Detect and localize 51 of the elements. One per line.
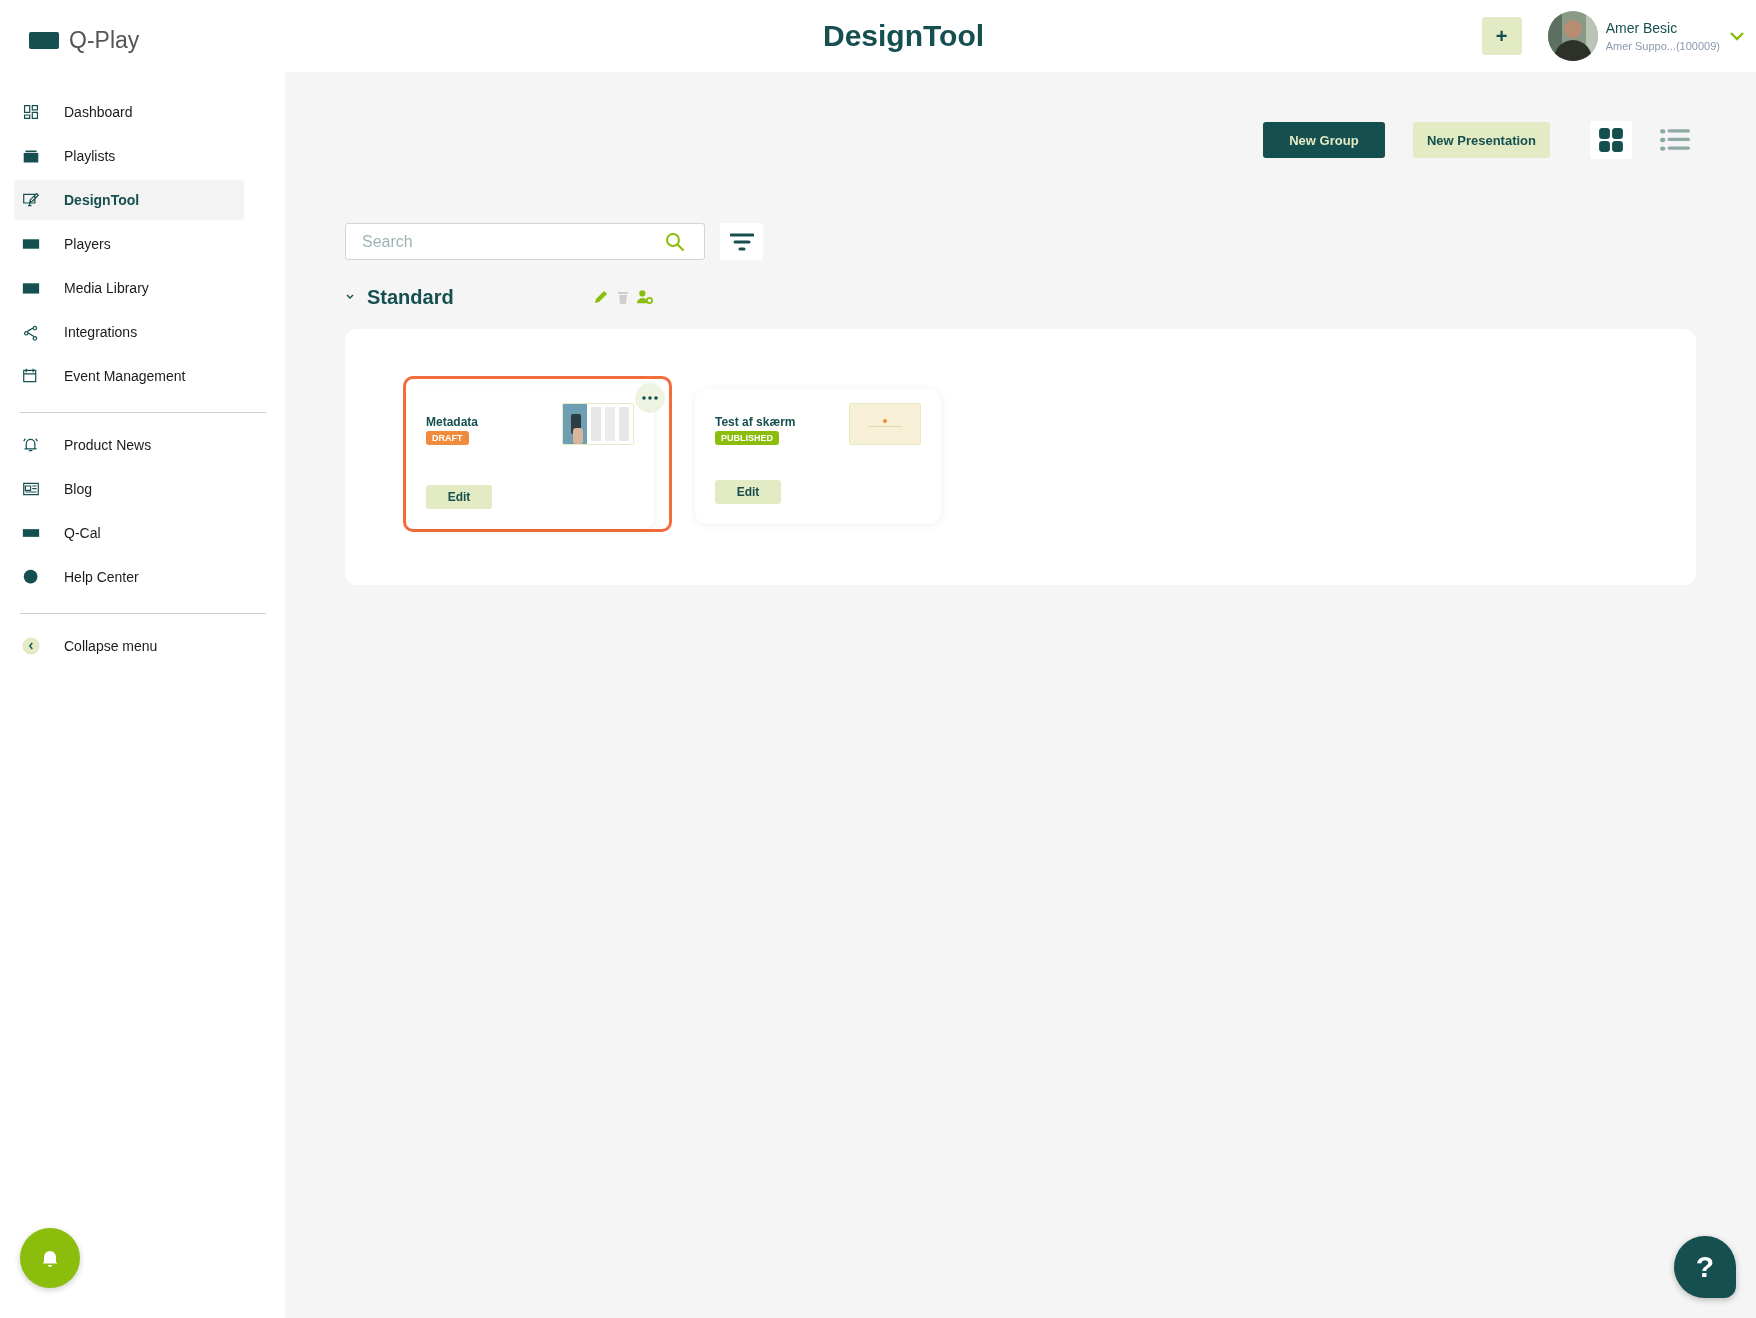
sidebar-item[interactable]: Product News bbox=[14, 425, 244, 465]
page-title: DesignTool bbox=[823, 19, 986, 53]
account-name: Amer Suppo...(100009) bbox=[1605, 40, 1720, 52]
filter-button[interactable] bbox=[720, 223, 763, 260]
status-badge: PUBLISHED bbox=[715, 431, 779, 445]
share-icon bbox=[22, 323, 40, 341]
presentation-card[interactable]: Metadata DRAFT Edit bbox=[403, 376, 672, 532]
grid-view-button[interactable] bbox=[1590, 121, 1632, 159]
playlist-icon bbox=[22, 147, 40, 165]
edit-button[interactable]: Edit bbox=[715, 480, 781, 504]
filter-icon bbox=[729, 231, 754, 252]
sidebar-item[interactable]: DesignTool bbox=[14, 180, 244, 220]
grid-icon bbox=[1598, 127, 1624, 153]
list-icon bbox=[1660, 127, 1690, 153]
user-name: Amer Besic bbox=[1605, 20, 1679, 36]
presentation-title: Metadata bbox=[426, 415, 478, 429]
sidebar-item[interactable]: Help Center bbox=[14, 557, 244, 597]
more-icon bbox=[642, 396, 658, 400]
sidebar-item[interactable]: Dashboard bbox=[14, 92, 244, 132]
bell-icon bbox=[22, 436, 40, 454]
trash-icon[interactable] bbox=[615, 289, 631, 305]
search-field[interactable]: Search bbox=[345, 223, 705, 260]
sidebar-item[interactable]: Playlists bbox=[14, 136, 244, 176]
newspaper-icon bbox=[22, 480, 40, 498]
status-badge: DRAFT bbox=[426, 431, 469, 445]
chevron-left-icon bbox=[22, 637, 40, 655]
sidebar-item[interactable]: Event Management bbox=[14, 356, 244, 396]
sidebar-item[interactable]: Integrations bbox=[14, 312, 244, 352]
group-name: Standard bbox=[367, 285, 455, 309]
edit-button[interactable]: Edit bbox=[426, 485, 492, 509]
new-group-button[interactable]: New Group bbox=[1262, 122, 1385, 158]
notifications-button[interactable] bbox=[20, 1228, 80, 1288]
add-button[interactable]: + bbox=[1481, 17, 1522, 55]
more-options-button[interactable] bbox=[635, 383, 665, 413]
monitor-pencil-icon bbox=[22, 191, 40, 209]
chevron-down-icon[interactable] bbox=[345, 293, 355, 301]
logo-icon bbox=[29, 31, 59, 49]
sidebar-item[interactable]: Media Library bbox=[14, 268, 244, 308]
dashboard-icon bbox=[22, 103, 40, 121]
user-settings-icon[interactable] bbox=[637, 289, 653, 305]
presentation-title: Test af skærm bbox=[715, 415, 796, 429]
app-name: Q-Play bbox=[69, 26, 140, 54]
sidebar-item[interactable]: Q-Cal bbox=[14, 513, 244, 553]
search-icon bbox=[665, 232, 685, 252]
sidebar-item[interactable]: Players bbox=[14, 224, 244, 264]
sidebar-item[interactable]: Blog bbox=[14, 469, 244, 509]
help-button[interactable]: ? bbox=[1674, 1236, 1736, 1298]
collapse-menu-button[interactable]: Collapse menu bbox=[14, 626, 244, 666]
bell-icon bbox=[40, 1248, 60, 1268]
new-presentation-button[interactable]: New Presentation bbox=[1412, 122, 1550, 158]
pencil-icon[interactable] bbox=[593, 289, 609, 305]
